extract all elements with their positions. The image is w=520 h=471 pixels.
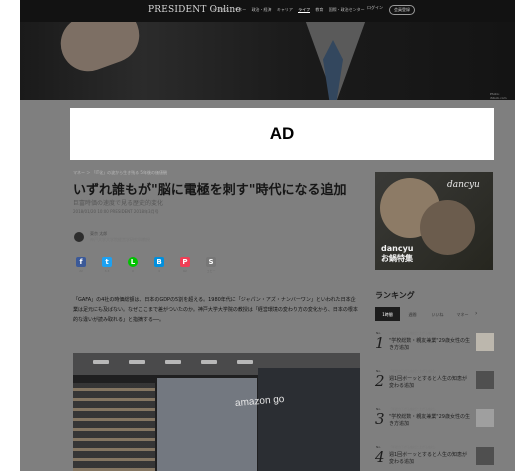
rank-kicker: 「年収の下がる会社と上がる会社」 [389,445,438,449]
rank-number: 1 [375,334,385,352]
pocket-share-button[interactable]: P 62 [178,257,192,273]
ranking-item[interactable]: No. 2 「年収の下がる会社と上がる会社」 週1回ボーッとすると人生の知恵が変… [375,366,497,404]
author-description: 神戸大学大学院経営学研究科教授 [90,237,150,242]
copy-link-button[interactable]: S コピー [204,257,218,273]
article-photo: amazon go [73,353,360,471]
share-label: コピー [206,269,216,273]
tab-money[interactable]: マネー [450,307,475,321]
pocket-icon: P [180,257,190,267]
rank-title: 週1回ボーッとすると人生の知恵が変わる追加 [389,452,468,465]
top-navigation-bar: PRESIDENT Online ビジネス マネー 政治・経済 キャリア ライフ… [20,0,515,22]
nav-item-politics[interactable]: 政治・経済 [252,7,272,12]
main-nav: ビジネス マネー 政治・経済 キャリア ライフ 教育 国際・政治センター [213,7,369,13]
rank-thumbnail [476,447,494,465]
tab-week[interactable]: 週間 [400,307,425,321]
promo-banner[interactable]: dancyu dancyu お鍋特集 [375,172,493,270]
share-bar: f 22 t 3.3 L 0 B 4 P 62 S コピー [74,257,218,273]
hero-image: Photo: iStock.com [20,22,515,100]
rank-thumbnail [476,409,494,427]
share-count: 0 [132,269,134,273]
twitter-share-button[interactable]: t 3.3 [100,257,114,273]
ranking-item[interactable]: No. 3 「年収の下がる会社と上がる会社」 "学校総数・親友兼業"29歳女性の… [375,404,497,442]
tab-like[interactable]: いいね [425,307,450,321]
hatena-share-button[interactable]: B 4 [152,257,166,273]
rank-number: 4 [375,448,385,466]
promo-title: dancyu お鍋特集 [381,244,413,264]
ranking-item[interactable]: No. 1 「年収の下がる会社と上がる会社」 "学校総数・親友兼業"29歳女性の… [375,328,497,366]
facebook-icon: f [76,257,86,267]
link-icon: S [206,257,216,267]
facebook-share-button[interactable]: f 22 [74,257,88,273]
login-link[interactable]: ログイン [367,5,383,15]
rank-title: "学校総数・親友兼業"29歳女性の生き方追加 [389,414,470,427]
line-share-button[interactable]: L 0 [126,257,140,273]
ceiling-light [93,360,109,364]
article-headline: いずれ誰もが"脳に電極を刺す"時代になる追加 [73,183,347,198]
share-count: 62 [183,269,187,273]
nav-item-business[interactable]: ビジネス [213,7,229,12]
store-window [157,378,257,471]
hero-caption: Photo: iStock.com [490,92,507,100]
nav-item-education[interactable]: 教育 [315,7,323,12]
promo-brand: dancyu [447,180,480,190]
nav-item-life[interactable]: ライフ [298,7,311,13]
rank-thumbnail [476,371,494,389]
hatena-icon: B [154,257,164,267]
line-icon: L [128,257,138,267]
nav-item-international[interactable]: 国際・政治センター [329,7,365,12]
article-lead: 「GAFA」の4社の時価総額は、日本のGDPの5割を超える。1980年代に「ジャ… [73,297,358,323]
signup-button[interactable]: 会員登録 [389,5,415,15]
ceiling-light [201,360,217,364]
hand-image-part [53,22,147,80]
promo-title-line1: dancyu [381,244,414,253]
ranking-list: No. 1 「年収の下がる会社と上がる会社」 "学校総数・親友兼業"29歳女性の… [375,328,497,471]
store-shelves [73,383,155,471]
author-avatar[interactable] [74,232,84,242]
twitter-icon: t [102,257,112,267]
ceiling-light [237,360,253,364]
ranking-tabs: 1時間 週間 いいね マネー › [375,307,477,321]
page: PRESIDENT Online ビジネス マネー 政治・経済 キャリア ライフ… [20,0,515,471]
store-frame [258,368,360,471]
rank-kicker: 「年収の下がる会社と上がる会社」 [389,369,438,373]
nav-item-career[interactable]: キャリア [277,7,293,12]
tab-1hour[interactable]: 1時間 [375,307,400,321]
rank-number: 2 [375,372,385,390]
account-links: ログイン 会員登録 [367,5,415,15]
ceiling-light [129,360,145,364]
ranking-item[interactable]: No. 4 「年収の下がる会社と上がる会社」 週1回ボーッとすると人生の知恵が変… [375,442,497,471]
food-image-part [420,200,475,255]
rank-title: "学校総数・親友兼業"29歳女性の生き方追加 [389,338,470,351]
ranking-title: ランキング [375,291,415,300]
share-count: 3.3 [104,269,110,273]
promo-title-line2: お鍋特集 [381,254,413,263]
article-subhead: 巨富時価の速度で見る歴史的変化 [73,200,164,207]
share-count: 22 [79,269,83,273]
article-meta: 2018/01/20 10:00 PRESIDENT 2018年3月号 [73,209,159,214]
rank-kicker: 「年収の下がる会社と上がる会社」 [389,407,438,411]
chevron-right-icon[interactable]: › [475,307,477,321]
share-count: 4 [158,269,160,273]
rank-number: 3 [375,410,385,428]
ceiling-light [165,360,181,364]
rank-title: 週1回ボーッとすると人生の知恵が変わる追加 [389,376,468,389]
advertisement[interactable]: AD [70,108,494,160]
rank-thumbnail [476,333,494,351]
breadcrumb[interactable]: マネー ＞ 「IT化」の波から生き残る 5年後の価値観 [73,170,167,176]
nav-item-money[interactable]: マネー [234,7,246,12]
rank-kicker: 「年収の下がる会社と上がる会社」 [389,331,438,335]
